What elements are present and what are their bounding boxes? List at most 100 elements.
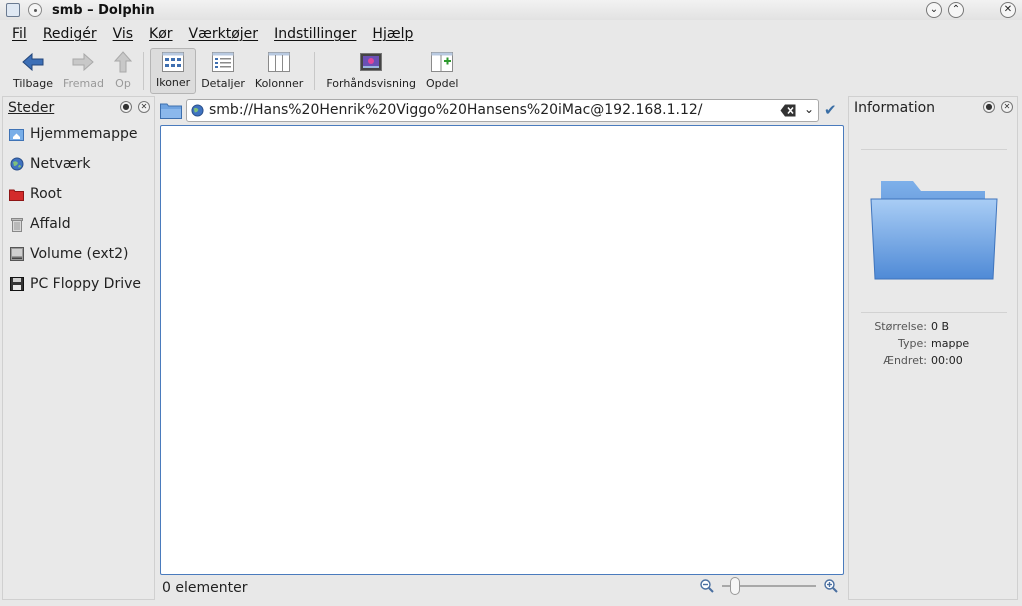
place-label: Root: [30, 186, 62, 202]
chevron-down-icon[interactable]: ⌄: [804, 102, 814, 116]
sticky-icon[interactable]: [28, 3, 42, 17]
place-floppy[interactable]: PC Floppy Drive: [3, 269, 154, 299]
panel-close-icon[interactable]: ✕: [1001, 101, 1013, 113]
red-folder-icon: [9, 187, 24, 202]
panel-float-icon[interactable]: ●: [120, 101, 132, 113]
info-value: 00:00: [931, 354, 963, 367]
menu-kor[interactable]: Kør: [149, 26, 173, 42]
location-bar: smb://Hans%20Henrik%20Viggo%20Hansens%20…: [158, 96, 846, 124]
place-label: Netværk: [30, 156, 91, 172]
info-value: 0 B: [931, 320, 950, 333]
menu-vis[interactable]: Vis: [113, 26, 133, 42]
back-button[interactable]: Tilbage: [8, 48, 58, 94]
place-root[interactable]: Root: [3, 179, 154, 209]
arrow-up-icon: [113, 51, 132, 73]
places-panel: Steder ● ✕ Hjemmemappe Netværk Root Affa…: [2, 96, 155, 600]
trash-icon: [9, 217, 24, 232]
title-bar: smb – Dolphin ⌄ ⌃ ✕: [0, 0, 1022, 20]
divider: [861, 149, 1007, 150]
panel-close-icon[interactable]: ✕: [138, 101, 150, 113]
columns-icon: [268, 51, 291, 73]
maximize-button[interactable]: ⌃: [948, 2, 964, 18]
zoom-out-icon[interactable]: [700, 579, 714, 593]
toolbar-separator: [142, 52, 144, 90]
preview-button[interactable]: Forhåndsvisning: [321, 48, 421, 94]
place-label: Affald: [30, 216, 71, 232]
status-bar: 0 elementer: [158, 576, 846, 600]
zoom-slider-handle[interactable]: [730, 577, 741, 595]
zoom-slider[interactable]: [722, 577, 816, 595]
network-globe-icon: [191, 103, 204, 117]
up-button[interactable]: Op: [109, 48, 137, 94]
info-key: Ændret:: [883, 354, 927, 367]
panel-float-icon[interactable]: ●: [983, 101, 995, 113]
checkmark-icon[interactable]: ✔: [824, 101, 837, 119]
info-row-size: Størrelse: 0 B: [859, 318, 1009, 335]
network-globe-icon: [9, 157, 24, 172]
icons-view-label: Ikoner: [155, 76, 191, 89]
place-label: PC Floppy Drive: [30, 276, 142, 292]
file-view-area[interactable]: [160, 125, 844, 575]
details-view-label: Detaljer: [201, 77, 245, 90]
forward-button[interactable]: Fremad: [58, 48, 109, 94]
columns-view-button[interactable]: Kolonner: [250, 48, 308, 94]
status-text: 0 elementer: [162, 580, 248, 596]
minimize-button[interactable]: ⌄: [926, 2, 942, 18]
info-row-modified: Ændret: 00:00: [859, 352, 1009, 369]
information-title: Information: [854, 100, 936, 116]
menu-bar: Fil Redigér Vis Kør Værktøjer Indstillin…: [0, 22, 1022, 46]
toolbar: Tilbage Fremad Op Ikoner Detaljer Kolonn…: [0, 48, 1022, 94]
back-label: Tilbage: [13, 77, 53, 90]
menu-indstillinger[interactable]: Indstillinger: [274, 26, 356, 42]
menu-fil[interactable]: Fil: [12, 26, 27, 42]
information-panel: Information ● ✕ Størrelse: 0 B Type: map…: [848, 96, 1018, 600]
place-network[interactable]: Netværk: [3, 149, 154, 179]
info-row-type: Type: mappe: [859, 335, 1009, 352]
preview-image-icon: [360, 51, 383, 73]
places-header: Steder ● ✕: [3, 97, 154, 119]
zoom-in-icon[interactable]: [824, 579, 838, 593]
arrow-right-icon: [72, 51, 95, 73]
folder-preview-icon: [869, 179, 999, 281]
info-key: Størrelse:: [874, 320, 927, 333]
preview-label: Forhåndsvisning: [326, 77, 416, 90]
detail-list-icon: [212, 51, 235, 73]
icons-view-button[interactable]: Ikoner: [149, 48, 197, 94]
place-volume[interactable]: Volume (ext2): [3, 239, 154, 269]
menu-hjaelp[interactable]: Hjælp: [372, 26, 413, 42]
places-title: Steder: [8, 100, 55, 116]
menu-vaerktojer[interactable]: Værktøjer: [189, 26, 259, 42]
window-menu-icon[interactable]: [6, 3, 20, 17]
split-button[interactable]: Opdel: [421, 48, 463, 94]
divider: [861, 312, 1007, 313]
split-label: Opdel: [426, 77, 459, 90]
arrow-left-icon: [22, 51, 44, 73]
forward-label: Fremad: [62, 77, 104, 90]
split-view-icon: [431, 51, 454, 73]
up-label: Op: [115, 77, 131, 90]
folder-icon[interactable]: [160, 101, 182, 119]
details-view-button[interactable]: Detaljer: [196, 48, 250, 94]
main-view: smb://Hans%20Henrik%20Viggo%20Hansens%20…: [158, 96, 846, 600]
info-key: Type:: [898, 337, 927, 350]
home-folder-icon: [9, 127, 24, 142]
place-label: Hjemmemappe: [30, 126, 138, 142]
info-details: Størrelse: 0 B Type: mappe Ændret: 00:00: [859, 318, 1009, 369]
location-input[interactable]: smb://Hans%20Henrik%20Viggo%20Hansens%20…: [186, 98, 819, 122]
menu-rediger[interactable]: Redigér: [43, 26, 97, 42]
info-value: mappe: [931, 337, 970, 350]
toolbar-separator: [314, 52, 316, 90]
place-home[interactable]: Hjemmemappe: [3, 119, 154, 149]
location-url-text: smb://Hans%20Henrik%20Viggo%20Hansens%20…: [209, 102, 703, 118]
hard-drive-icon: [9, 247, 24, 262]
place-label: Volume (ext2): [30, 246, 129, 262]
place-trash[interactable]: Affald: [3, 209, 154, 239]
clear-text-icon[interactable]: [780, 104, 796, 117]
information-header: Information ● ✕: [849, 97, 1017, 119]
close-button[interactable]: ✕: [1000, 2, 1016, 18]
window-title: smb – Dolphin: [52, 2, 155, 18]
floppy-icon: [9, 277, 24, 292]
icon-grid-icon: [162, 51, 185, 72]
zoom-control: [700, 577, 838, 595]
columns-view-label: Kolonner: [254, 77, 304, 90]
